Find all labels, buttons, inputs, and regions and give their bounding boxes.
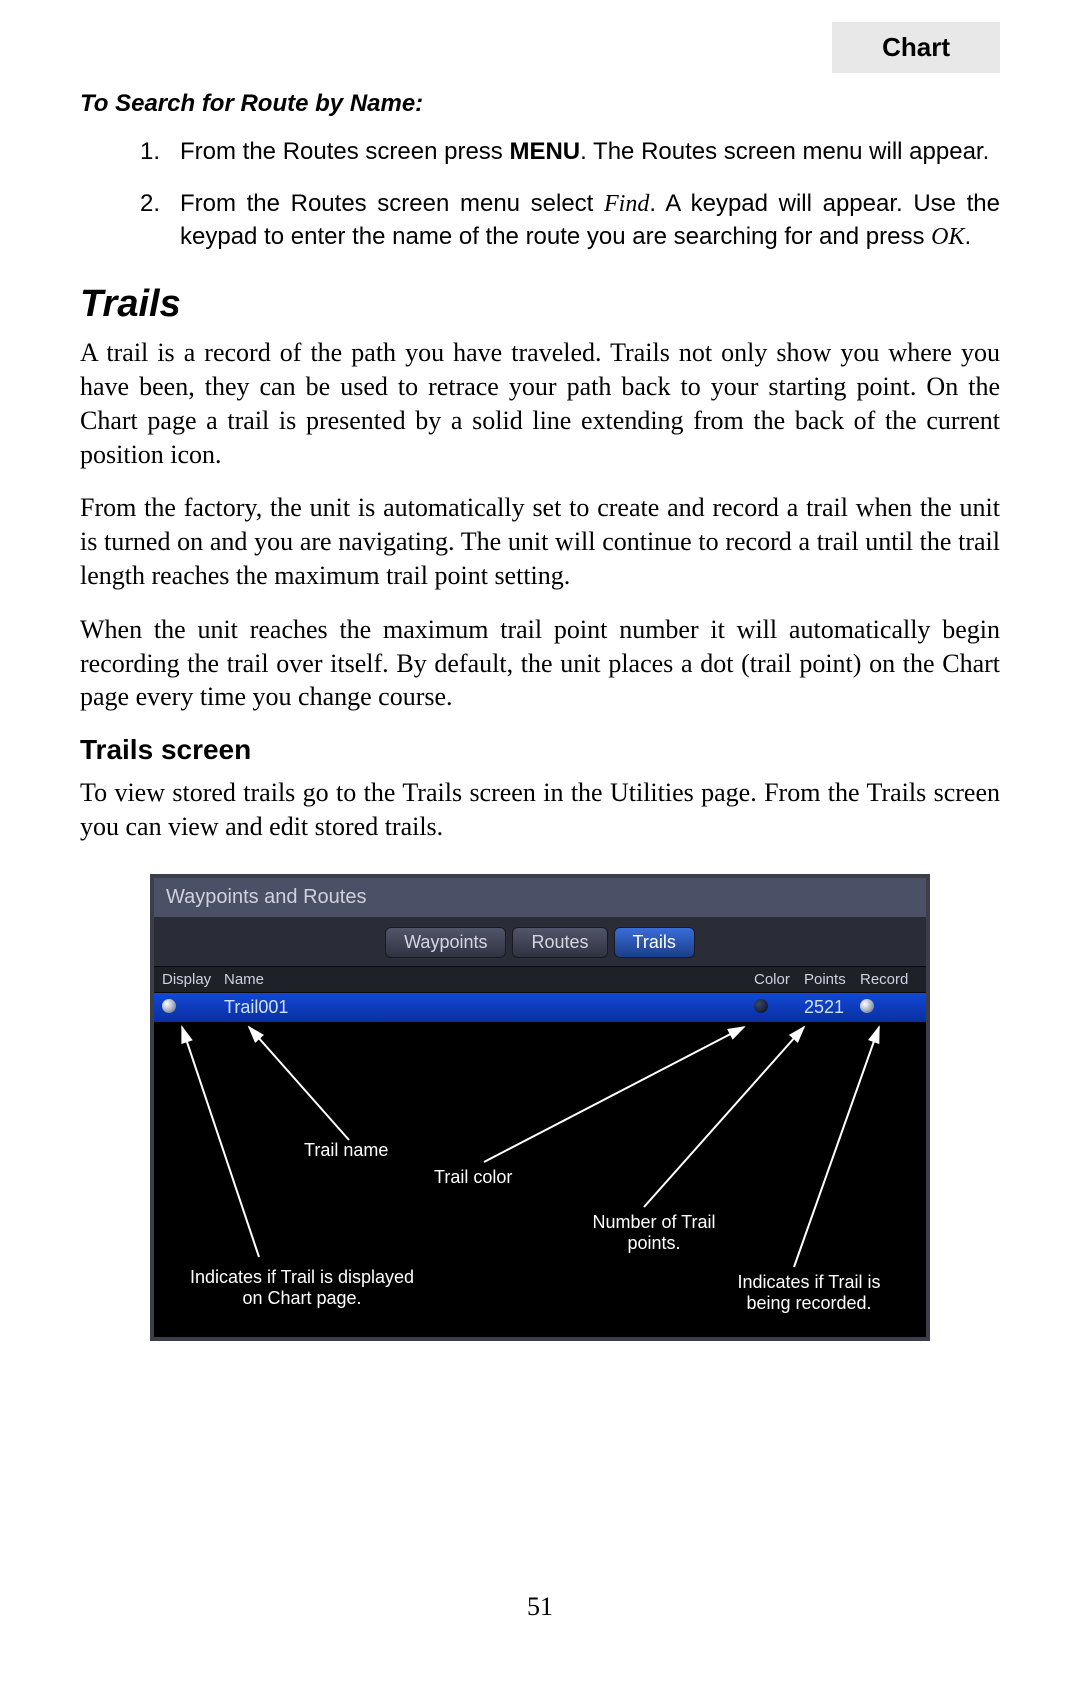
text: From the Routes screen press [180, 138, 509, 165]
search-route-heading: To Search for Route by Name: [80, 90, 1000, 118]
text: Indicates if Trail is [737, 1272, 880, 1292]
italic-text: OK [931, 224, 964, 250]
col-color: Color [754, 971, 804, 988]
page-content: To Search for Route by Name: 1. From the… [80, 90, 1000, 1341]
step-number: 1. [140, 136, 180, 168]
col-points: Points [804, 971, 860, 988]
trails-screen-figure: Waypoints and Routes Waypoints Routes Tr… [150, 874, 930, 1341]
anno-record: Indicates if Trail is being recorded. [709, 1272, 909, 1315]
anno-trail-name: Trail name [304, 1140, 388, 1162]
step-body: From the Routes screen menu select Find.… [180, 188, 1000, 253]
text: Number of Trail [592, 1212, 715, 1232]
text: Indicates if Trail is displayed [190, 1267, 414, 1287]
anno-trail-color: Trail color [434, 1167, 512, 1189]
anno-num-points: Number of Trail points. [564, 1212, 744, 1255]
device-screenshot: Waypoints and Routes Waypoints Routes Tr… [150, 874, 930, 1341]
display-cell [162, 997, 224, 1018]
page-number: 51 [0, 1592, 1080, 1622]
trail-row[interactable]: Trail001 2521 [154, 993, 926, 1022]
tabs-row: Waypoints Routes Trails [154, 919, 926, 966]
trails-paragraph-2: From the factory, the unit is automatica… [80, 491, 1000, 592]
text: From the Routes screen menu select [180, 190, 604, 217]
trails-screen-heading: Trails screen [80, 734, 1000, 766]
step-number: 2. [140, 188, 180, 253]
tab-routes[interactable]: Routes [512, 927, 607, 958]
col-name: Name [224, 971, 754, 988]
header-section-tab: Chart [832, 22, 1000, 73]
text: being recorded. [746, 1293, 871, 1313]
points-cell: 2521 [804, 997, 860, 1018]
step-1: 1. From the Routes screen press MENU. Th… [140, 136, 1000, 168]
trails-screen-paragraph: To view stored trails go to the Trails s… [80, 776, 1000, 844]
bold-text: MENU [509, 138, 580, 165]
anno-display: Indicates if Trail is displayed on Chart… [162, 1267, 442, 1310]
text: . [964, 223, 971, 250]
text: points. [627, 1233, 680, 1253]
text: on Chart page. [242, 1288, 361, 1308]
trails-paragraph-1: A trail is a record of the path you have… [80, 336, 1000, 471]
color-cell [754, 997, 804, 1018]
name-cell: Trail001 [224, 997, 754, 1018]
record-cell [860, 997, 918, 1018]
column-headers: Display Name Color Points Record [154, 966, 926, 993]
radio-dot-icon [162, 999, 176, 1013]
tab-waypoints[interactable]: Waypoints [385, 927, 506, 958]
window-title: Waypoints and Routes [154, 878, 926, 919]
tab-trails[interactable]: Trails [614, 927, 695, 958]
step-2: 2. From the Routes screen menu select Fi… [140, 188, 1000, 253]
step-body: From the Routes screen press MENU. The R… [180, 136, 1000, 168]
italic-text: Find [604, 191, 649, 217]
col-display: Display [162, 971, 224, 988]
col-record: Record [860, 971, 918, 988]
radio-dot-icon [860, 999, 874, 1013]
trails-paragraph-3: When the unit reaches the maximum trail … [80, 613, 1000, 714]
color-swatch-icon [754, 999, 768, 1013]
annotation-area: Trail name Trail color Number of Trail p… [154, 1022, 926, 1337]
trails-heading: Trails [80, 283, 1000, 326]
text: . The Routes screen menu will appear. [580, 138, 989, 165]
